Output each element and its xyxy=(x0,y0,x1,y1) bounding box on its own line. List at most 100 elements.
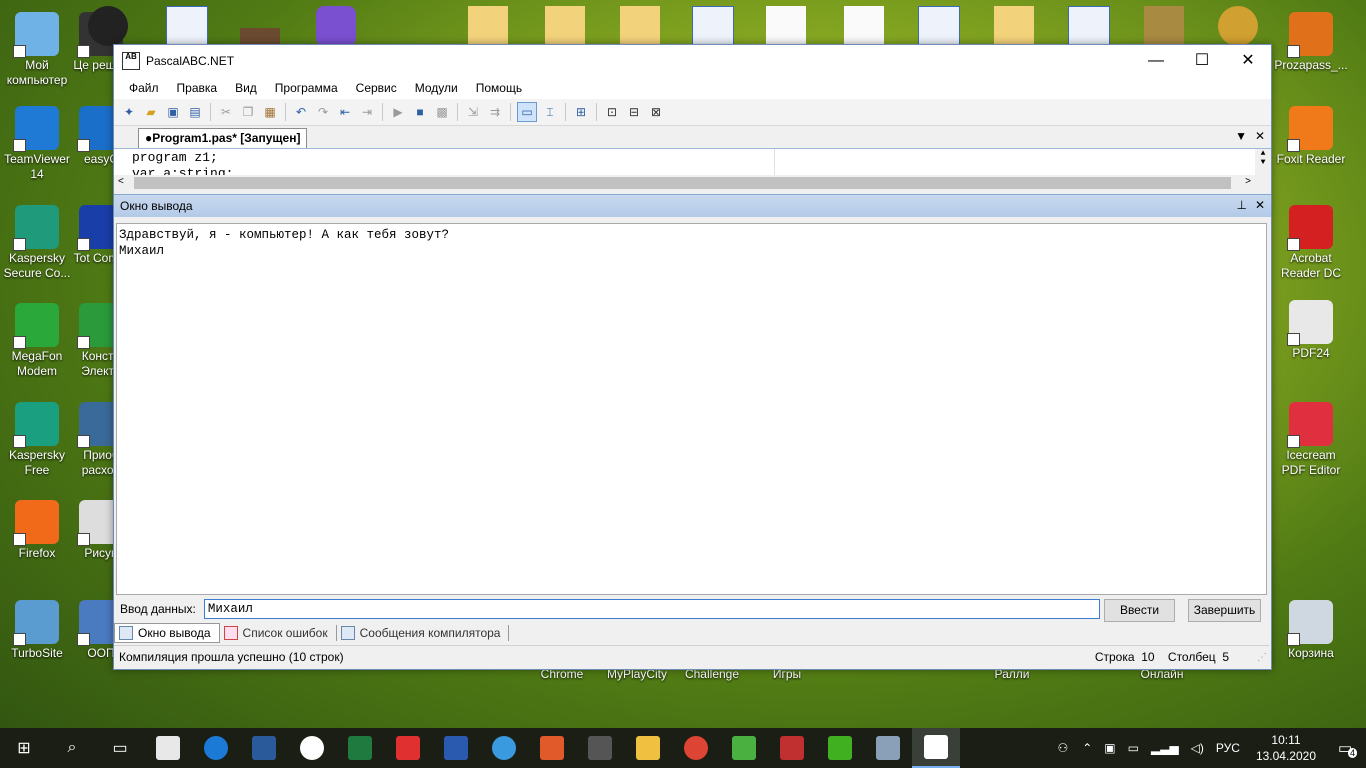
folder-doc-icon[interactable] xyxy=(468,6,508,46)
folder-doc-icon[interactable] xyxy=(620,6,660,46)
resize-grip-icon[interactable]: ⋰ xyxy=(1257,652,1267,663)
close-button[interactable]: ✕ xyxy=(1225,45,1271,77)
yandex-browser-icon[interactable] xyxy=(384,728,432,768)
game-icon[interactable] xyxy=(1144,6,1184,46)
new-file-icon[interactable]: ✦ xyxy=(120,103,138,121)
b-app-icon[interactable] xyxy=(240,728,288,768)
save-icon[interactable]: ▣ xyxy=(164,103,182,121)
compile-icon[interactable]: ▩ xyxy=(433,103,451,121)
code-designer-icon[interactable]: ⊟ xyxy=(625,103,643,121)
stop-icon[interactable]: ■ xyxy=(411,103,429,121)
indent-icon[interactable]: ⇤ xyxy=(336,103,354,121)
presentation-icon[interactable] xyxy=(528,728,576,768)
tab-list-dropdown-icon[interactable]: ▼ xyxy=(1235,129,1247,143)
pascal-taskbar-icon[interactable] xyxy=(912,728,960,768)
step-into-icon[interactable]: ⇲ xyxy=(464,103,482,121)
task-view-icon[interactable]: ▭ xyxy=(96,728,144,768)
security-icon[interactable]: ▣ xyxy=(1104,741,1115,755)
menu-item[interactable]: Программа xyxy=(266,81,347,95)
volume-icon[interactable]: ◁) xyxy=(1191,741,1204,755)
word-doc-icon[interactable] xyxy=(1068,6,1110,48)
desktop-icon[interactable]: Acrobat Reader DC xyxy=(1274,205,1348,281)
desktop-icon[interactable]: Prozapass_... xyxy=(1274,12,1348,73)
editor-horizontal-scrollbar[interactable]: < > xyxy=(114,175,1271,191)
tab-program1[interactable]: ●Program1.pas* [Запущен] xyxy=(138,128,308,148)
scroll-thumb[interactable] xyxy=(134,177,1231,189)
desktop-icon[interactable]: Корзина xyxy=(1274,600,1348,661)
red-app-icon[interactable] xyxy=(768,728,816,768)
search-icon[interactable]: ⌕ xyxy=(48,728,96,768)
desktop-icon[interactable]: TurboSite xyxy=(0,600,74,661)
desktop-icon[interactable]: Мой компьютер xyxy=(0,12,74,88)
undo-icon[interactable]: ↶ xyxy=(292,103,310,121)
notification-center-icon[interactable]: ▭ 4 xyxy=(1326,728,1366,768)
form-designer-icon[interactable]: ⊡ xyxy=(603,103,621,121)
signal-icon[interactable]: ▂▃▅ xyxy=(1151,741,1179,755)
menu-item[interactable]: Правка xyxy=(168,81,227,95)
word-doc-icon[interactable] xyxy=(918,6,960,48)
hp-icon[interactable] xyxy=(88,6,128,46)
output-window-icon[interactable]: ▭ xyxy=(517,102,537,122)
save-all-icon[interactable]: ▤ xyxy=(186,103,204,121)
desktop-icon[interactable]: MegaFon Modem xyxy=(0,303,74,379)
run-icon[interactable]: ▶ xyxy=(389,103,407,121)
desktop-icon[interactable]: PDF24 xyxy=(1274,300,1348,361)
data-input-field[interactable]: Михаил xyxy=(203,599,1100,619)
tab-error-list[interactable]: Список ошибок xyxy=(220,625,337,641)
menu-item[interactable]: Модули xyxy=(406,81,467,95)
folder-doc-icon[interactable] xyxy=(994,6,1034,46)
maximize-button[interactable]: ☐ xyxy=(1179,45,1225,77)
menu-item[interactable]: Файл xyxy=(120,81,168,95)
green-app-icon[interactable] xyxy=(816,728,864,768)
file-explorer-icon[interactable] xyxy=(624,728,672,768)
open-folder-icon[interactable]: ▰ xyxy=(142,103,160,121)
chrome-icon[interactable] xyxy=(672,728,720,768)
pin-icon[interactable]: ⊥ xyxy=(1237,198,1247,212)
tab-close-icon[interactable]: ✕ xyxy=(1255,129,1265,143)
clock[interactable]: 10:11 13.04.2020 xyxy=(1256,732,1316,764)
bluestacks-icon[interactable] xyxy=(720,728,768,768)
code-editor[interactable]: program z1; var a:string; ▲ ▼ xyxy=(114,149,1271,175)
panel-close-icon[interactable]: ✕ xyxy=(1255,198,1265,212)
word-doc-icon[interactable] xyxy=(166,6,208,48)
tab-compiler-messages[interactable]: Сообщения компилятора xyxy=(337,625,510,641)
yandex-icon[interactable] xyxy=(288,728,336,768)
battery-icon[interactable]: ▭ xyxy=(1128,741,1139,755)
desktop-icon[interactable]: Icecream PDF Editor xyxy=(1274,402,1348,478)
unindent-icon[interactable]: ⇥ xyxy=(358,103,376,121)
editor-vertical-scrollbar[interactable]: ▲ ▼ xyxy=(1255,149,1271,175)
document-icon[interactable] xyxy=(844,6,884,46)
viber-icon[interactable] xyxy=(316,6,356,46)
step-over-icon[interactable]: ⇉ xyxy=(486,103,504,121)
folder-doc-icon[interactable] xyxy=(545,6,585,46)
redo-icon[interactable]: ↷ xyxy=(314,103,332,121)
paste-icon[interactable]: ▦ xyxy=(261,103,279,121)
edge-icon[interactable] xyxy=(192,728,240,768)
bird-app-icon[interactable] xyxy=(480,728,528,768)
desktop-icon[interactable]: Foxit Reader xyxy=(1274,106,1348,167)
gamepad-icon[interactable] xyxy=(576,728,624,768)
menu-item[interactable]: Помощь xyxy=(467,81,531,95)
document-icon[interactable] xyxy=(766,6,806,46)
finish-button[interactable]: Завершить xyxy=(1188,599,1261,622)
excel-icon[interactable] xyxy=(336,728,384,768)
desktop-icon[interactable]: Kaspersky Secure Co... xyxy=(0,205,74,281)
minimize-button[interactable]: — xyxy=(1133,45,1179,77)
desktop-icon[interactable]: Kaspersky Free xyxy=(0,402,74,478)
language-indicator[interactable]: РУС xyxy=(1216,741,1240,755)
people-icon[interactable]: ⚇ xyxy=(1057,741,1068,755)
desktop-icon[interactable]: Firefox xyxy=(0,500,74,561)
word-icon[interactable] xyxy=(432,728,480,768)
tab-output-window[interactable]: Окно вывода xyxy=(114,623,220,643)
format-icon[interactable]: ⌶ xyxy=(541,103,559,121)
navigate-icon[interactable]: ⊞ xyxy=(572,103,590,121)
title-bar[interactable]: AB PascalABC.NET — ☐ ✕ xyxy=(114,45,1271,77)
project-icon[interactable]: ⊠ xyxy=(647,103,665,121)
menu-item[interactable]: Вид xyxy=(226,81,266,95)
enter-button[interactable]: Ввести xyxy=(1104,599,1175,622)
pen-icon[interactable] xyxy=(1218,6,1258,46)
installer-icon[interactable] xyxy=(864,728,912,768)
word-doc-icon[interactable] xyxy=(692,6,734,48)
copy-icon[interactable]: ❐ xyxy=(239,103,257,121)
cut-icon[interactable]: ✂ xyxy=(217,103,235,121)
